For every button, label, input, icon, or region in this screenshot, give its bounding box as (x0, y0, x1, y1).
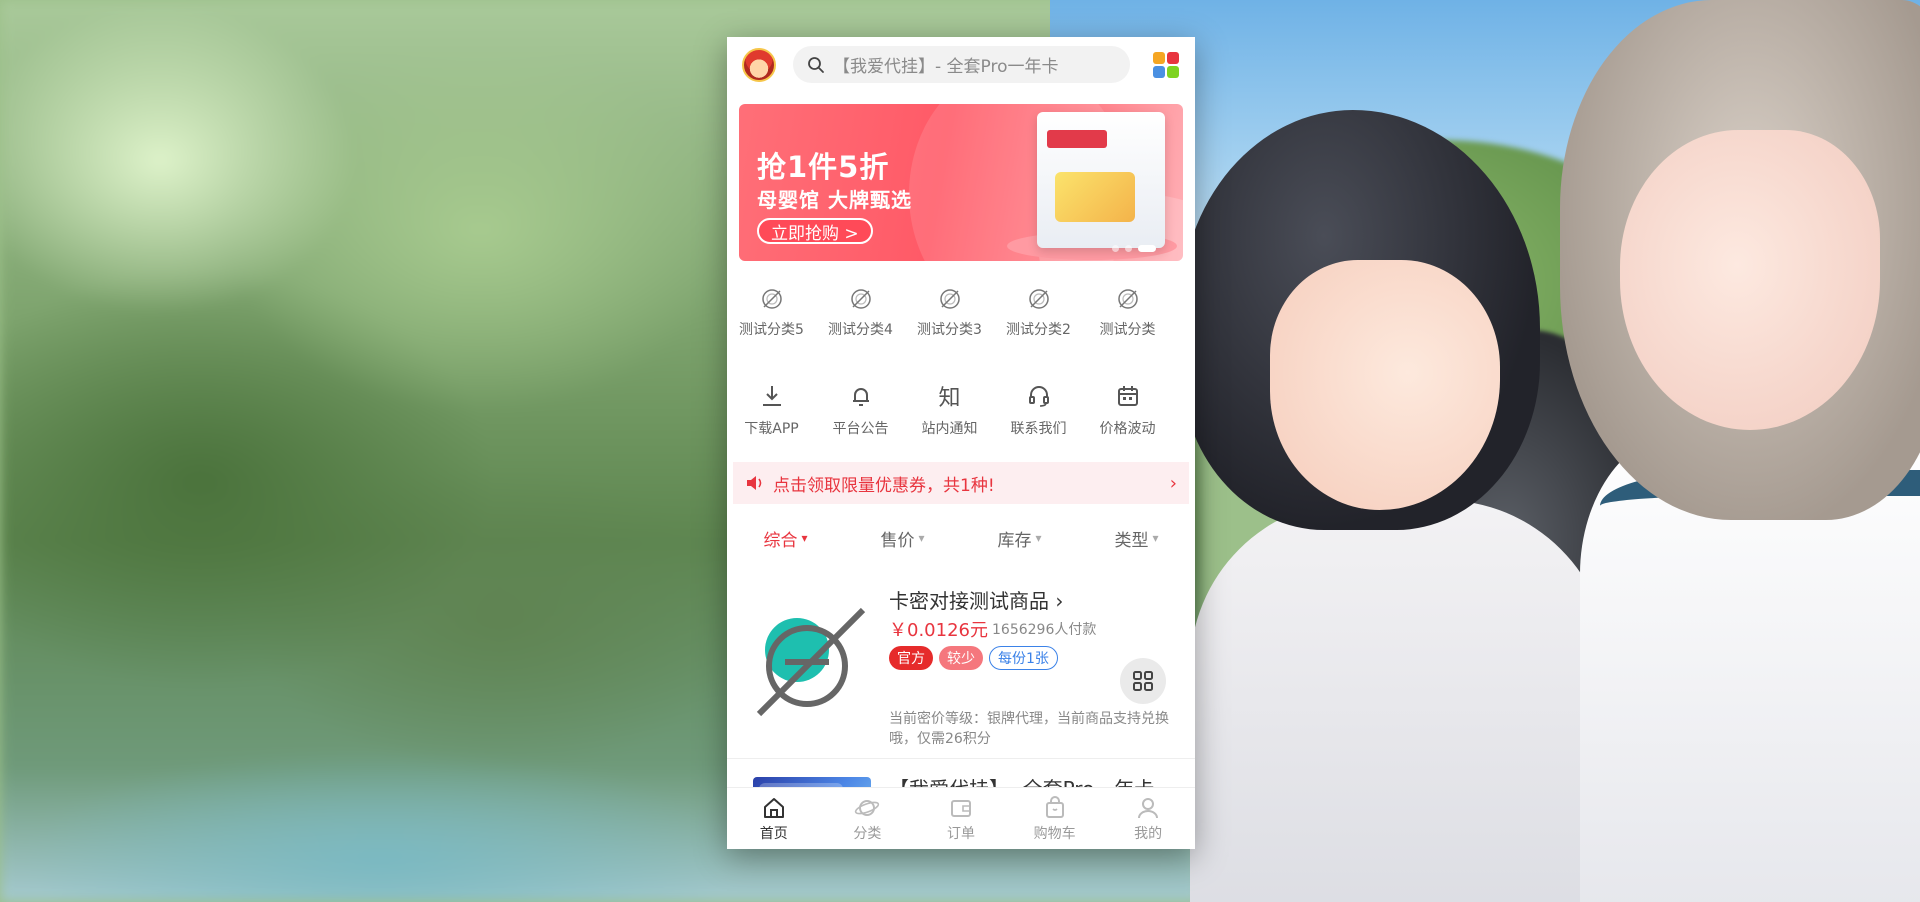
user-icon (1138, 797, 1159, 818)
tool-label: 平台公告 (832, 421, 889, 437)
product-title[interactable]: 卡密对接测试商品 › (889, 585, 1063, 614)
tab-home[interactable]: 首页 (727, 788, 821, 849)
bag-icon (1045, 795, 1064, 818)
apps-grid-icon[interactable] (1153, 52, 1179, 78)
category-icon (1117, 289, 1138, 309)
category-label: 测试分类2 (1006, 322, 1071, 338)
product-tags: 官方 较少 每份1张 (889, 646, 1058, 670)
grid-icon (1133, 671, 1153, 691)
category-icon (850, 289, 871, 309)
download-icon (762, 386, 781, 406)
filter-comprehensive[interactable]: 综合 ▾ (727, 526, 844, 551)
category-label: 测试分类4 (828, 322, 893, 338)
product-placeholder-image (756, 607, 866, 717)
product-price: ￥0.0126元 (889, 620, 988, 641)
tab-profile[interactable]: 我的 (1101, 788, 1195, 849)
tool-contact-us[interactable]: 联系我们 (994, 382, 1083, 452)
home-icon (763, 797, 784, 818)
banner-title: 抢1件5折 (757, 150, 890, 184)
category-item[interactable]: 测试分类3 (905, 275, 994, 355)
bell-icon (852, 388, 869, 406)
category-item[interactable]: 测试分类2 (994, 275, 1083, 355)
zhi-icon: 知 (938, 386, 961, 411)
category-icon (761, 289, 782, 309)
tab-category[interactable]: 分类 (821, 788, 915, 849)
tab-label: 分类 (853, 825, 882, 842)
search-placeholder: 【我爱代挂】- 全套Pro一年卡 (833, 57, 1059, 77)
bottom-tab-bar: 首页 分类 订单 购物车 我的 (727, 787, 1195, 849)
filter-stock[interactable]: 库存 ▾ (961, 526, 1078, 551)
chevron-down-icon: ▾ (1035, 531, 1042, 545)
category-item[interactable]: 测试分类 (1083, 275, 1172, 355)
calendar-icon (1117, 386, 1138, 406)
tool-announcement[interactable]: 平台公告 (816, 382, 905, 452)
pack-card (1055, 172, 1135, 222)
banner-subtitle: 母婴馆 大牌甄选 (757, 188, 912, 212)
banner-product-image (1037, 112, 1165, 248)
top-bar: 【我爱代挂】- 全套Pro一年卡 (727, 37, 1195, 93)
tab-label: 订单 (946, 825, 975, 842)
quick-tools: 下载APP 平台公告 知 站内通知 联系我们 价格波动 (727, 382, 1195, 452)
product-card[interactable]: 卡密对接测试商品 › ￥0.0126元 1656296人付款 官方 较少 每份1… (727, 567, 1195, 759)
tag-low-stock: 较少 (939, 646, 983, 670)
tab-cart[interactable]: 购物车 (1008, 788, 1102, 849)
mobile-shop-frame: 【我爱代挂】- 全套Pro一年卡 抢1件5折 母婴馆 大牌甄选 立即抢购 > 测… (727, 37, 1195, 849)
add-to-cart-button[interactable] (1120, 658, 1166, 704)
category-icon (1028, 289, 1049, 309)
carousel-indicator (1112, 245, 1156, 252)
headset-icon (1028, 386, 1049, 407)
planet-icon (855, 799, 880, 816)
coupon-notice-text: 点击领取限量优惠券，共1种! (773, 475, 995, 496)
tag-official: 官方 (889, 646, 933, 670)
tool-label: 站内通知 (921, 421, 978, 437)
category-item[interactable]: 测试分类5 (727, 275, 816, 355)
character-left-body (1190, 500, 1610, 902)
sort-filter-bar: 综合 ▾ 售价 ▾ 库存 ▾ 类型 ▾ (727, 512, 1195, 564)
tab-label: 购物车 (1033, 825, 1076, 842)
category-label: 测试分类5 (739, 322, 804, 338)
buy-now-button[interactable]: 立即抢购 > (757, 218, 873, 244)
chevron-down-icon: ▾ (801, 531, 808, 545)
filter-label: 售价 (880, 530, 915, 551)
category-item[interactable]: 测试分类4 (816, 275, 905, 355)
category-icon (939, 289, 960, 309)
tool-download-app[interactable]: 下载APP (727, 382, 816, 452)
product-description: 当前密价等级：银牌代理，当前商品支持兑换哦，仅需26积分 (889, 711, 1169, 747)
chevron-right-icon: › (1169, 472, 1177, 494)
avatar[interactable] (742, 48, 776, 82)
character-right-face (1620, 130, 1880, 430)
tool-label: 联系我们 (1010, 421, 1067, 437)
tool-label: 下载APP (744, 421, 799, 437)
filter-label: 库存 (997, 530, 1032, 551)
chevron-down-icon: ▾ (918, 531, 925, 545)
filter-type[interactable]: 类型 ▾ (1078, 526, 1195, 551)
product-buyers: 1656296人付款 (992, 622, 1097, 638)
tab-orders[interactable]: 订单 (914, 788, 1008, 849)
chevron-down-icon: ▾ (1152, 531, 1159, 545)
filter-label: 综合 (763, 530, 798, 551)
tab-label: 我的 (1134, 825, 1163, 842)
tool-price-trend[interactable]: 价格波动 (1083, 382, 1172, 452)
search-icon (808, 56, 824, 73)
filter-label: 类型 (1114, 530, 1149, 551)
promo-banner[interactable]: 抢1件5折 母婴馆 大牌甄选 立即抢购 > (739, 104, 1183, 261)
wallet-icon (950, 799, 971, 817)
speaker-icon (747, 476, 762, 490)
tool-site-notice[interactable]: 知 站内通知 (905, 382, 994, 452)
coupon-notice[interactable]: 点击领取限量优惠券，共1种! › (733, 462, 1189, 504)
tool-label: 价格波动 (1099, 421, 1156, 437)
tag-per-unit: 每份1张 (989, 646, 1058, 670)
filter-price[interactable]: 售价 ▾ (844, 526, 961, 551)
carousel-dot-active[interactable] (1138, 245, 1156, 252)
category-label: 测试分类3 (917, 322, 982, 338)
carousel-dot[interactable] (1112, 245, 1119, 252)
search-input[interactable]: 【我爱代挂】- 全套Pro一年卡 (793, 46, 1130, 83)
category-label: 测试分类 (1099, 322, 1156, 338)
tab-label: 首页 (759, 825, 788, 842)
carousel-dot[interactable] (1125, 245, 1132, 252)
category-nav: 测试分类5 测试分类4 测试分类3 测试分类2 测试分类 (727, 275, 1195, 355)
pack-brand (1047, 130, 1107, 148)
